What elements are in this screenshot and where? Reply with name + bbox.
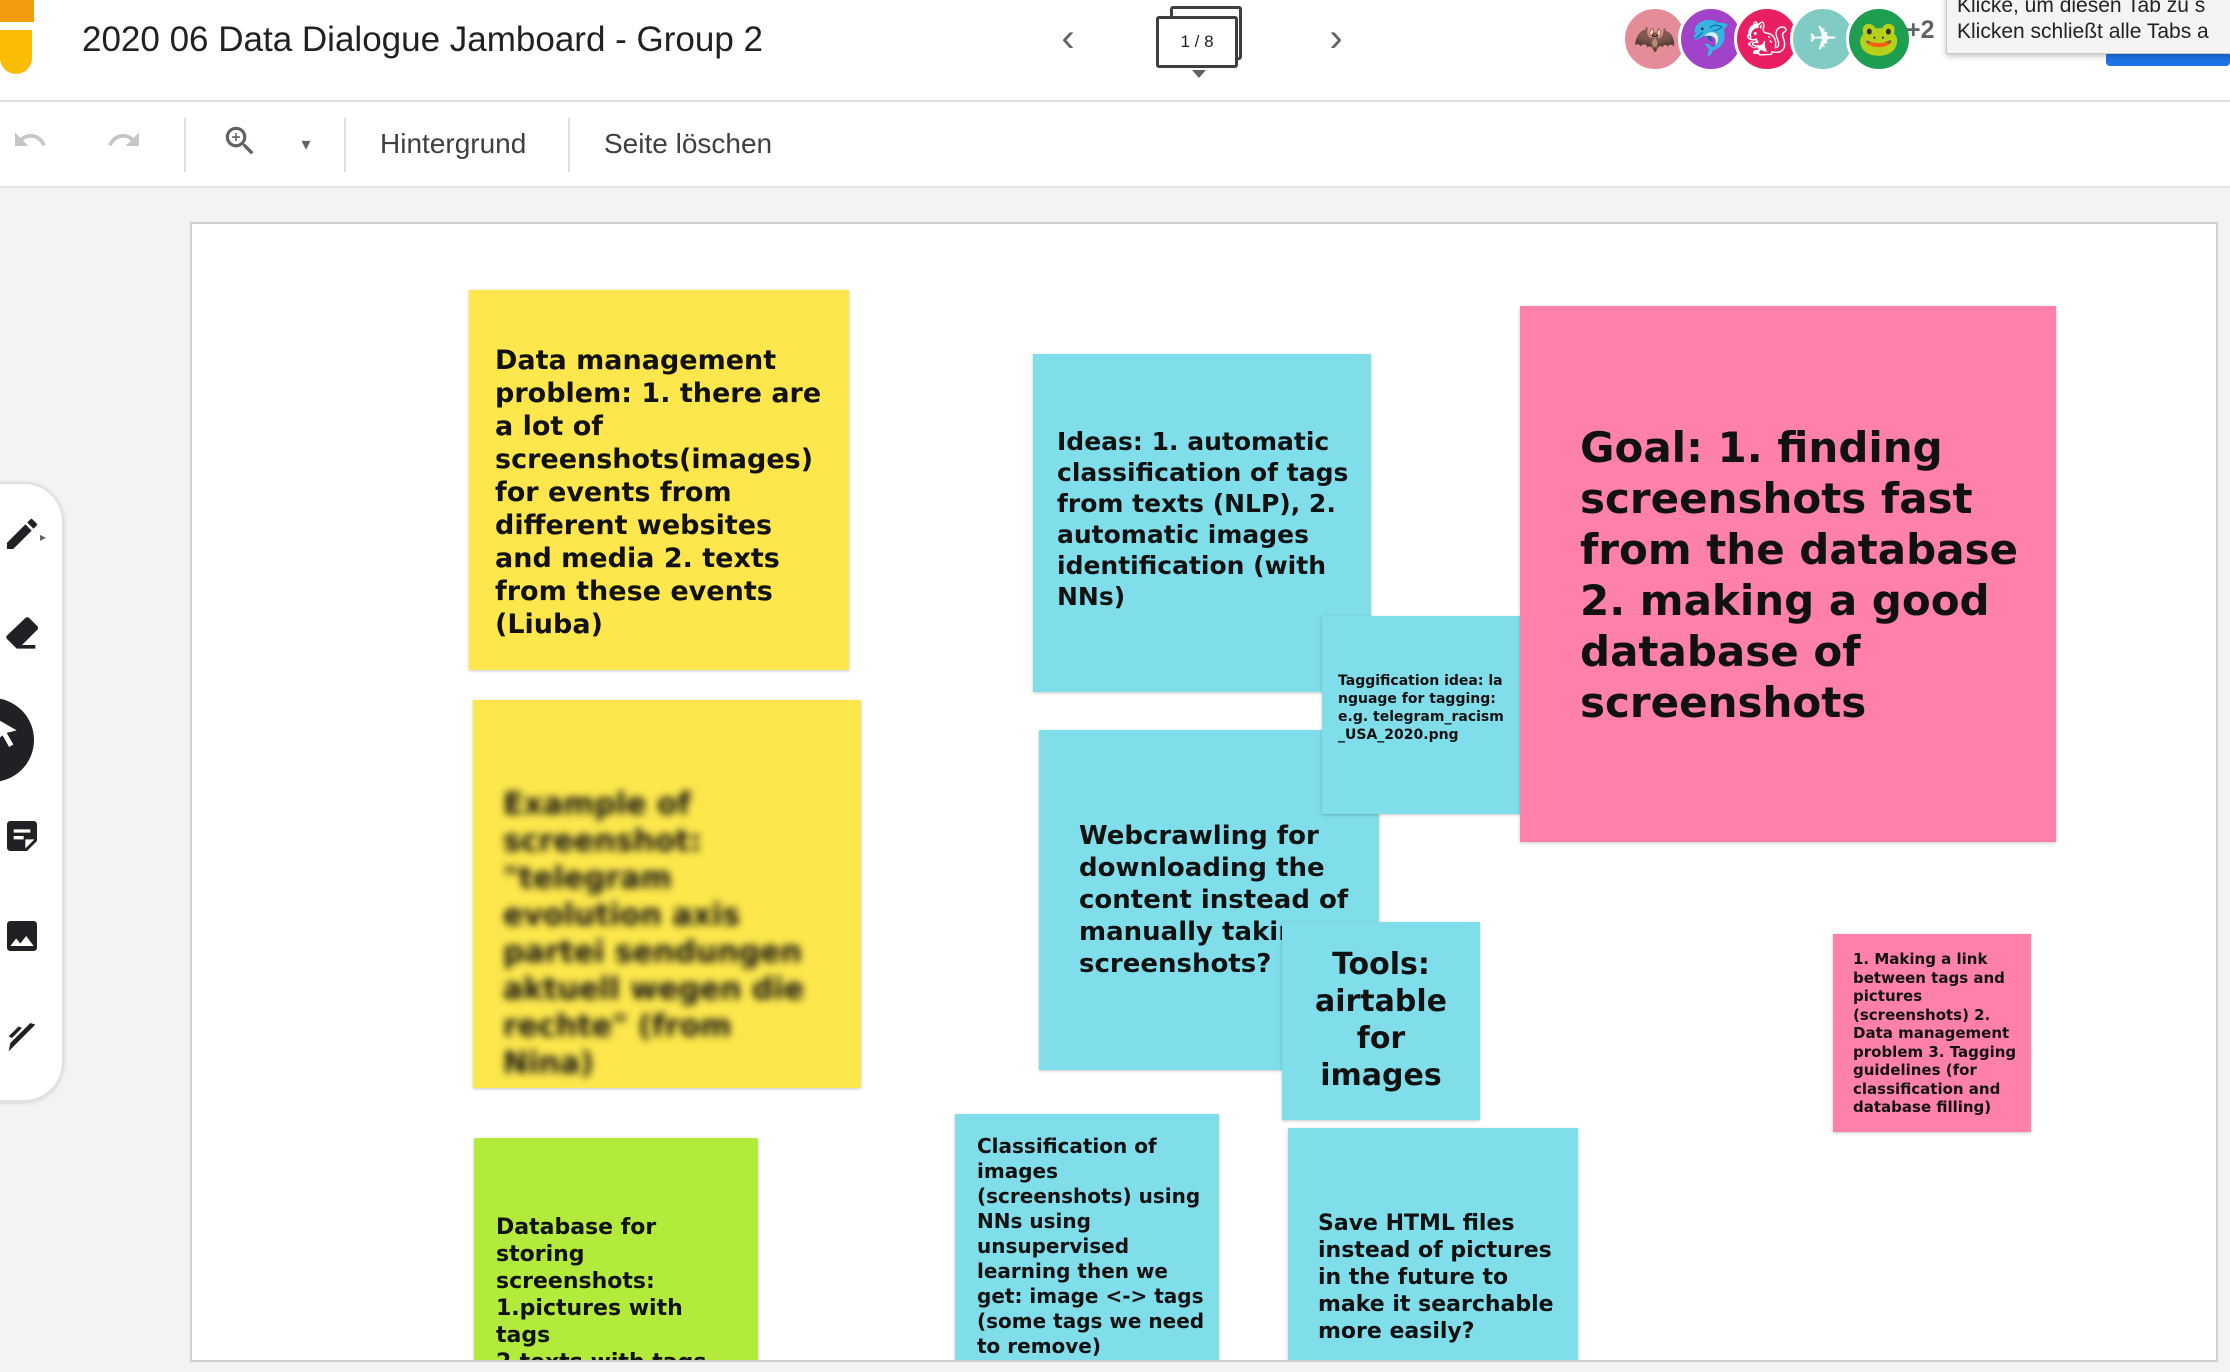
sticky-note-ideas[interactable]: Ideas: 1. automatic classification of ta… [1033,354,1371,692]
undo-icon[interactable] [8,122,52,166]
frame-dropdown-caret-icon[interactable] [1192,70,1206,78]
sticky-note-blurred-example[interactable]: Example of screenshot: "telegram evoluti… [473,700,861,1088]
creature-avatar-icon[interactable]: 🐸 [1846,6,1912,72]
next-frame-chevron-icon[interactable]: › [1312,14,1360,62]
extra-collaborators-count[interactable]: +2 [1906,16,1935,45]
tool-palette: ▸ [0,482,64,1102]
sticky-note-text: Classification of images (screenshots) u… [977,1134,1205,1358]
frame-counter: 1 / 8 [1156,16,1238,68]
previous-frame-chevron-icon[interactable]: ‹ [1044,14,1092,62]
sticky-note-goal[interactable]: Goal: 1. finding screenshots fast from t… [1520,306,2056,842]
sticky-note-text: Goal: 1. finding screenshots fast from t… [1580,423,2019,727]
sticky-note-text: Data management problem: 1. there are a … [495,345,822,640]
sticky-note-tools[interactable]: Tools: airtable for images [1282,922,1480,1120]
laser-icon[interactable] [2,1018,48,1064]
image-icon[interactable] [2,916,48,962]
sticky-note-text: Example of screenshot: "telegram evoluti… [503,787,805,1081]
frame-indicator[interactable]: 1 / 8 [1156,2,1252,82]
browser-tooltip: Klicke, um diesen Tab zu s Klicken schli… [1946,0,2230,54]
sticky-note-text: Database for storing screenshots: 1.pict… [496,1215,706,1360]
sticky-note-data-management[interactable]: Data management problem: 1. there are a … [469,290,849,670]
sticky-note-text: Ideas: 1. automatic classification of ta… [1057,427,1349,611]
redo-icon[interactable] [102,122,146,166]
toolbar-divider [568,118,570,172]
toolbar-divider [344,118,346,172]
sticky-note-classification[interactable]: Classification of images (screenshots) u… [955,1114,1219,1360]
clear-page-button[interactable]: Seite löschen [604,124,772,164]
sticky-note-taggification[interactable]: Taggification idea: language for tagging… [1322,616,1520,814]
zoom-in-icon[interactable] [218,122,262,166]
sticky-note-text: Tools: airtable for images [1314,947,1447,1093]
title-bar: 2020 06 Data Dialogue Jamboard - Group 2… [0,0,2230,102]
sticky-note-link-tags[interactable]: 1. Making a link between tags and pictur… [1833,934,2031,1132]
toolbar: ▾ Hintergrund Seite löschen [0,102,2230,188]
jamboard-logo-icon [0,0,34,74]
eraser-icon[interactable] [2,612,48,658]
document-title[interactable]: 2020 06 Data Dialogue Jamboard - Group 2 [82,16,763,64]
sticky-note-icon[interactable] [2,816,48,862]
tooltip-line-1: Klicke, um diesen Tab zu s [1957,0,2206,17]
sticky-note-text: 1. Making a link between tags and pictur… [1853,950,2017,1116]
sticky-note-save-html[interactable]: Save HTML files instead of pictures in t… [1288,1128,1578,1360]
background-button[interactable]: Hintergrund [380,124,526,164]
share-button[interactable] [2106,52,2230,66]
pen-icon[interactable]: ▸ [2,514,48,560]
select-arrow-icon[interactable] [0,698,34,782]
sticky-note-database-storing[interactable]: Database for storing screenshots: 1.pict… [474,1138,758,1360]
sticky-note-text: Save HTML files instead of pictures in t… [1318,1211,1554,1344]
zoom-dropdown-caret-icon[interactable]: ▾ [284,122,328,166]
tooltip-line-2: Klicken schließt alle Tabs a [1957,20,2209,43]
jamboard-canvas[interactable]: Data management problem: 1. there are a … [190,222,2218,1362]
toolbar-divider [184,118,186,172]
sticky-note-text: Taggification idea: language for tagging… [1338,673,1504,743]
